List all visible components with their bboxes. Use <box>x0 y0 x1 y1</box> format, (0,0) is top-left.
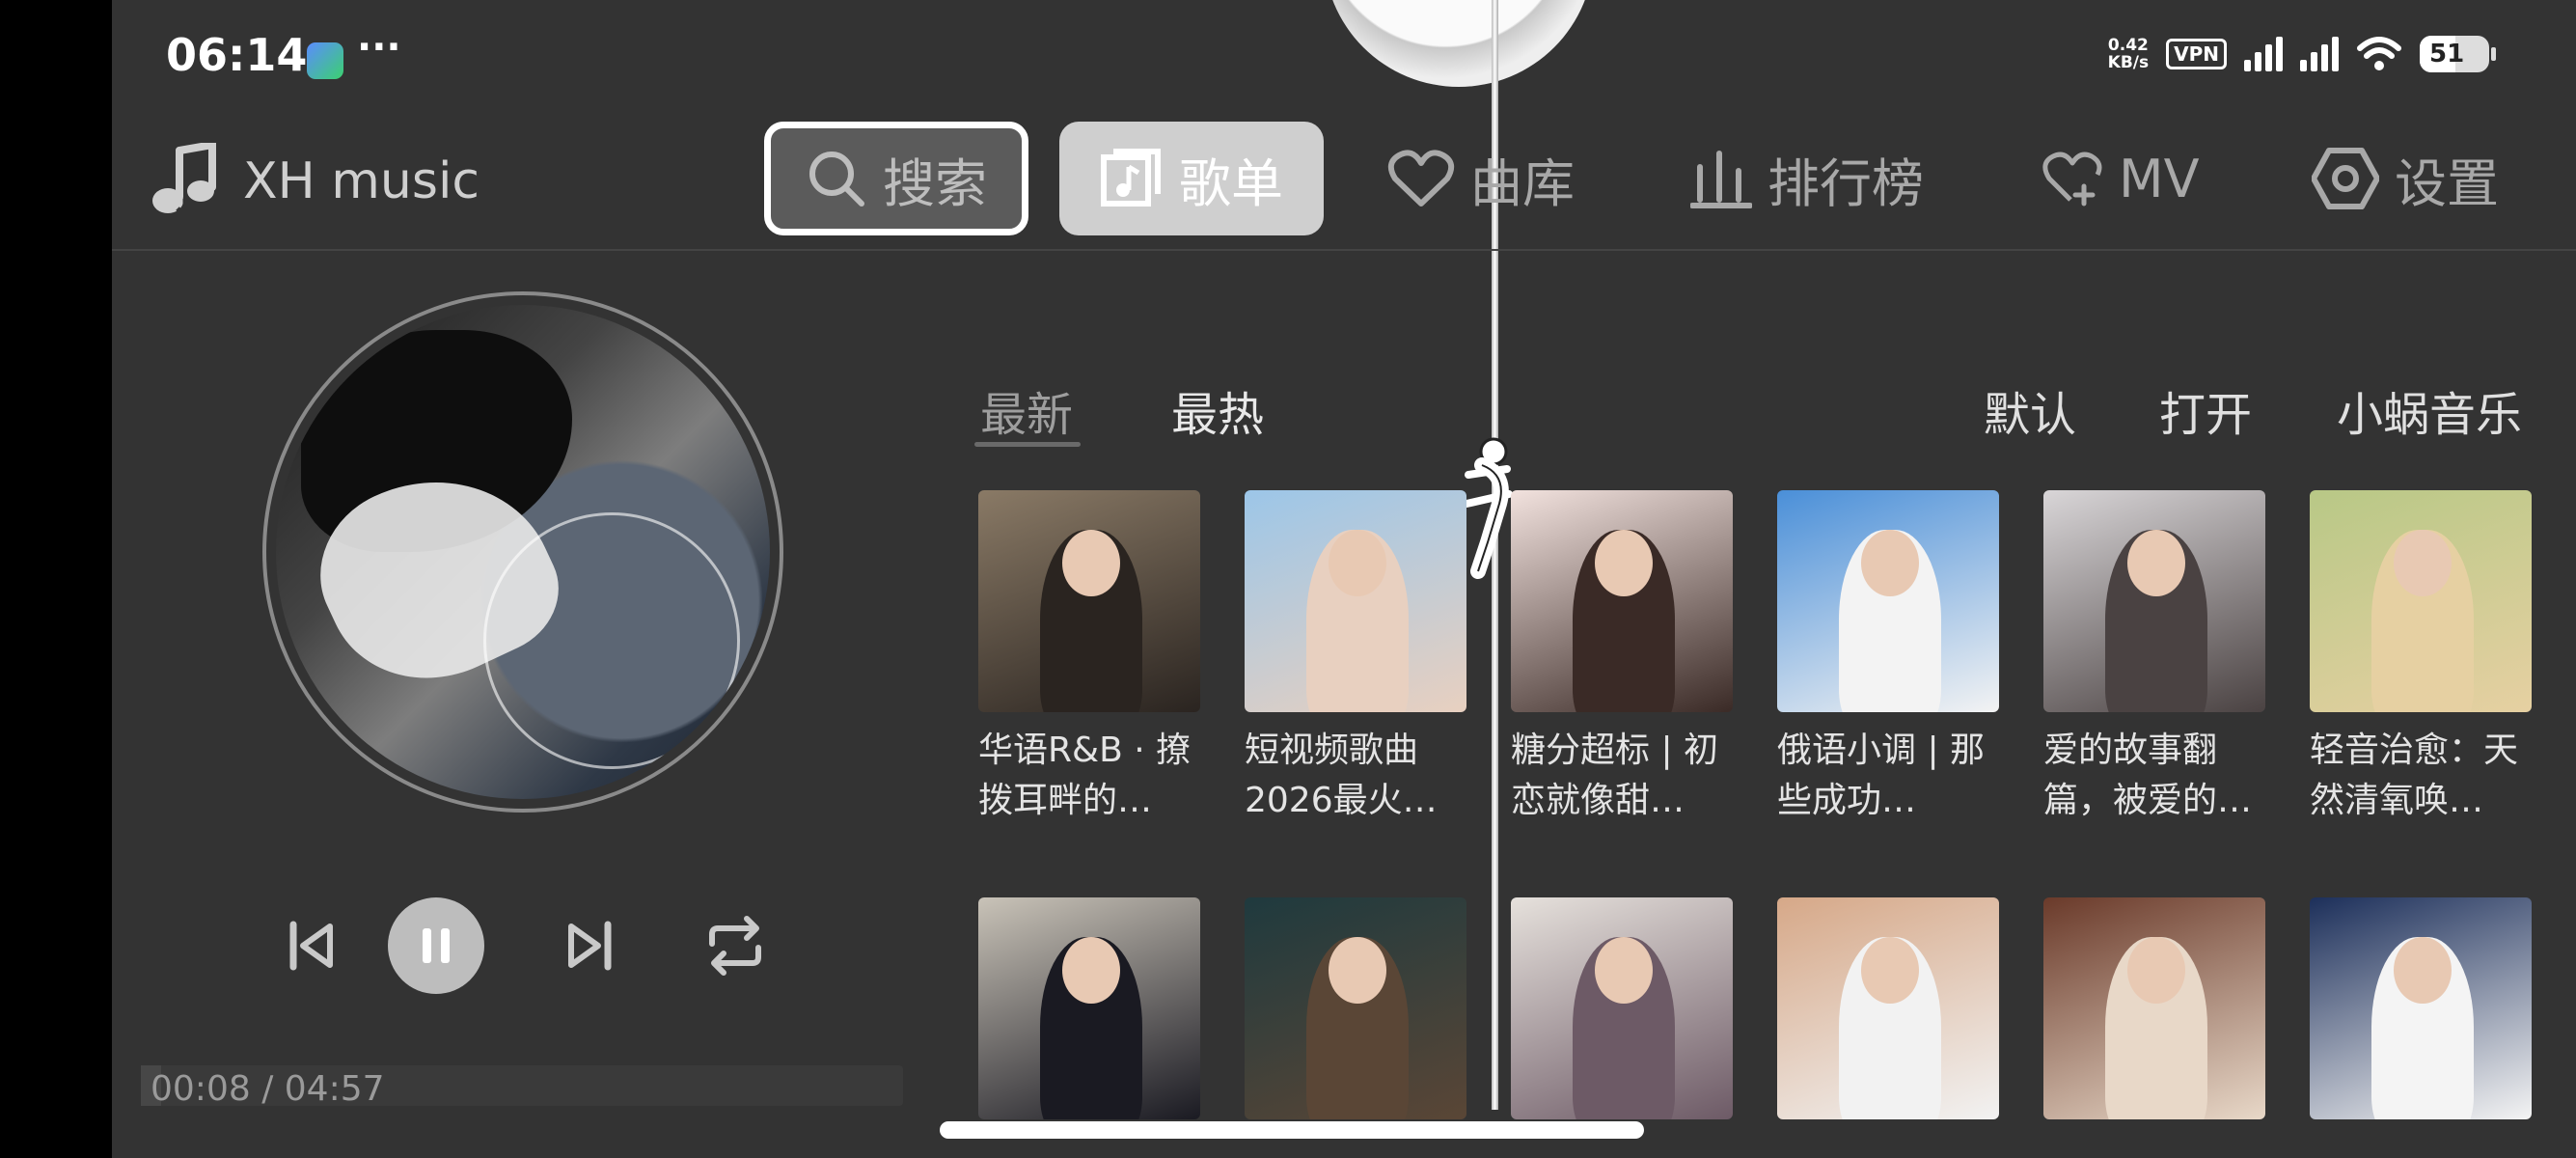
next-button[interactable] <box>542 897 639 994</box>
pause-button[interactable] <box>388 897 484 994</box>
playlist-cover <box>1777 897 1999 1119</box>
nav-library-label: 曲库 <box>1470 152 1575 214</box>
nav-playlist-tab[interactable]: 歌单 <box>1059 122 1324 235</box>
nav-settings-label: 设置 <box>2395 152 2499 214</box>
album-disc[interactable] <box>262 291 783 813</box>
mv-heart-icon <box>2042 152 2102 207</box>
status-time: 06:14 <box>166 29 308 81</box>
home-indicator[interactable] <box>940 1121 1644 1139</box>
status-app-icon <box>307 42 343 79</box>
playlist-card[interactable]: 短视频歌曲2026最火… <box>1245 490 1466 826</box>
signal-2-icon <box>2300 37 2339 71</box>
nav-charts-tab[interactable]: 排行榜 <box>1690 122 1924 235</box>
nav-search-label: 搜索 <box>883 152 987 214</box>
tab-latest[interactable]: 最新 <box>980 376 1073 444</box>
playlist-card[interactable]: 爱的故事翻篇，被爱的… <box>2043 490 2265 826</box>
album-cover <box>276 305 770 799</box>
signal-icon <box>2244 37 2283 71</box>
duration: 04:57 <box>284 1069 385 1109</box>
tab-hot[interactable]: 最热 <box>1171 376 1264 444</box>
playlist-card[interactable]: 华语R&B · 撩拨耳畔的… <box>978 490 1200 826</box>
playlist-cover <box>1777 490 1999 712</box>
source-xiaowo[interactable]: 小蜗音乐 <box>2337 376 2522 444</box>
playlist-icon <box>1101 149 1161 207</box>
playlist-card[interactable]: 糖分超标 | 初恋就像甜… <box>1511 490 1733 826</box>
playlist-title: 短视频歌曲2026最火… <box>1245 731 1438 820</box>
app-screen: 06:14 ··· 0.42 KB/s VPN 51 XH music 搜索 歌… <box>112 0 2576 1158</box>
playlist-card[interactable]: 俄语小调 | 那些成功… <box>1777 490 1999 826</box>
playlist-cover <box>978 490 1200 712</box>
gear-icon <box>2312 148 2379 209</box>
playlist-title: 轻音治愈：天然清氧唤… <box>2310 731 2519 820</box>
playlist-cover <box>1245 490 1466 712</box>
playlist-card[interactable] <box>1777 897 1999 1119</box>
playlist-title: 俄语小调 | 那些成功… <box>1777 731 1986 820</box>
status-more-dots: ··· <box>357 25 401 69</box>
nav-search-button[interactable]: 搜索 <box>764 122 1028 235</box>
time-separator: / <box>250 1069 285 1109</box>
playback-time: 00:08 / 04:57 <box>151 1069 385 1109</box>
playlist-cover <box>1511 490 1733 712</box>
pause-icon <box>423 928 450 963</box>
battery-icon: 51 <box>2420 36 2496 72</box>
search-icon <box>809 152 864 207</box>
source-default[interactable]: 默认 <box>1984 376 2076 444</box>
vpn-badge: VPN <box>2166 39 2227 69</box>
net-speed: 0.42 KB/s <box>2107 36 2150 72</box>
wifi-icon <box>2357 37 2401 70</box>
source-open[interactable]: 打开 <box>2159 376 2252 444</box>
tab-latest-underline <box>974 442 1081 447</box>
playlist-card[interactable] <box>2310 897 2532 1119</box>
nav-mv-tab[interactable]: MV <box>2042 122 2200 235</box>
playlist-cover <box>1511 897 1733 1119</box>
nav-charts-label: 排行榜 <box>1768 152 1924 214</box>
previous-button[interactable] <box>262 897 359 994</box>
skip-previous-icon <box>289 921 333 971</box>
nav-settings-tab[interactable]: 设置 <box>2312 122 2499 235</box>
playlist-title: 爱的故事翻篇，被爱的… <box>2043 731 2253 820</box>
nav-playlist-label: 歌单 <box>1179 152 1283 214</box>
app-brand: XH music <box>151 143 480 220</box>
playlist-cover <box>2043 490 2265 712</box>
music-note-icon <box>152 143 216 220</box>
playlist-card[interactable]: 轻音治愈：天然清氧唤… <box>2310 490 2532 826</box>
current-time: 00:08 <box>151 1069 251 1109</box>
heart-icon <box>1387 150 1455 207</box>
playback-controls <box>262 897 783 994</box>
playlist-card[interactable] <box>1511 897 1733 1119</box>
playlist-cover <box>2310 490 2532 712</box>
playlist-title: 糖分超标 | 初恋就像甜… <box>1511 731 1719 820</box>
playlist-cover <box>978 897 1200 1119</box>
header-divider <box>112 249 2576 251</box>
repeat-button[interactable] <box>687 897 783 994</box>
playlist-cover <box>1245 897 1466 1119</box>
playlist-card[interactable] <box>2043 897 2265 1119</box>
playlist-card[interactable] <box>1245 897 1466 1119</box>
playlist-cover <box>2310 897 2532 1119</box>
app-name: XH music <box>243 152 480 210</box>
skip-next-icon <box>568 921 612 971</box>
playlist-title: 华语R&B · 撩拨耳畔的… <box>978 731 1192 820</box>
nav-mv-label: MV <box>2119 148 2200 209</box>
nav-library-tab[interactable]: 曲库 <box>1387 122 1575 235</box>
playlist-cover <box>2043 897 2265 1119</box>
status-indicators: 0.42 KB/s VPN 51 <box>2107 35 2496 73</box>
playlist-card[interactable] <box>978 897 1200 1119</box>
repeat-icon <box>709 916 761 976</box>
bar-chart-icon <box>1690 151 1752 208</box>
moon-decoration <box>1324 0 1594 87</box>
